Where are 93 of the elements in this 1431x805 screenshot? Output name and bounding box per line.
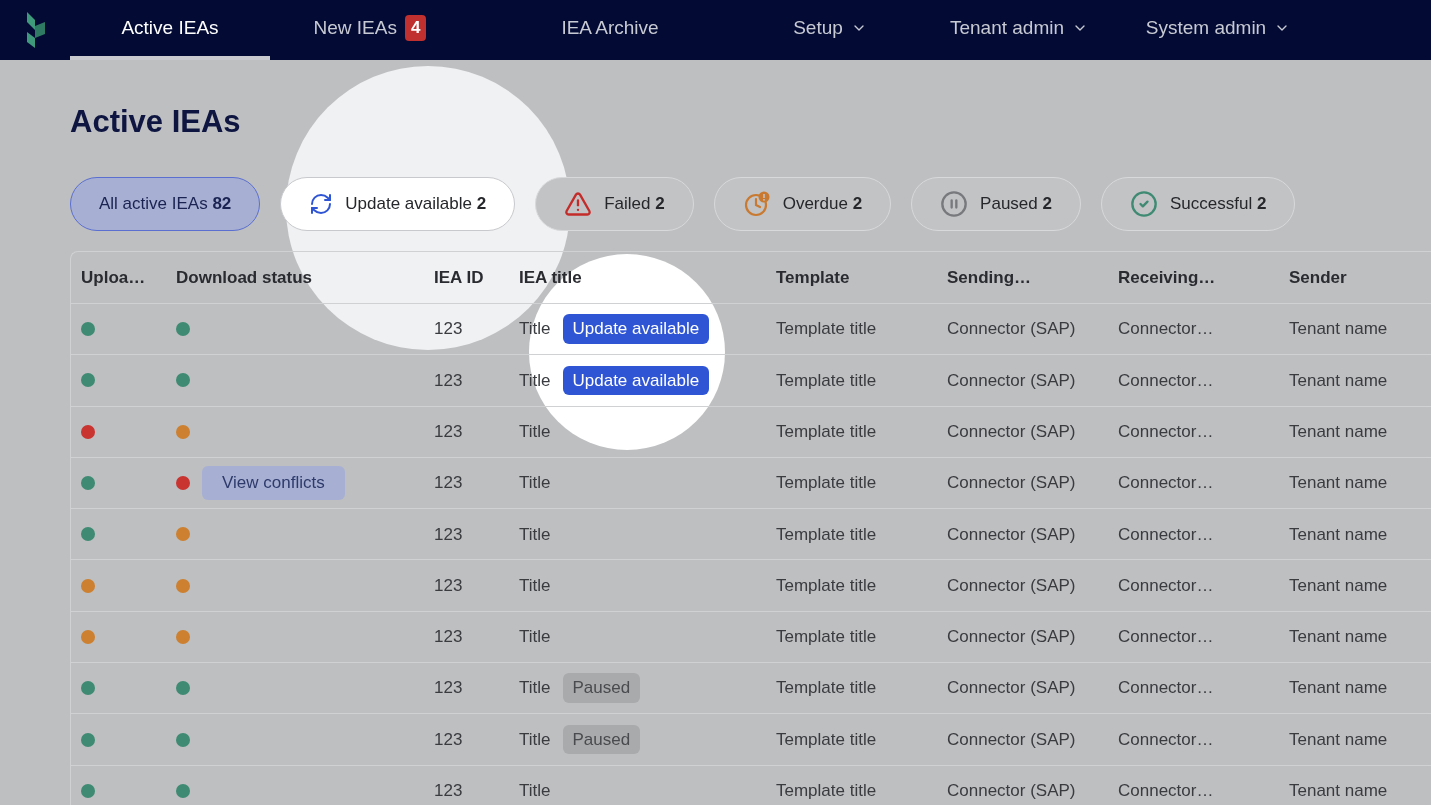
filter-chip[interactable]: Successful 2 [1100, 177, 1296, 231]
table-cell: 123 [434, 781, 463, 801]
logo-icon [24, 12, 46, 48]
table-cell: Tenant name [1289, 781, 1388, 801]
warning-icon [564, 190, 593, 218]
column-header[interactable]: Sender [1289, 267, 1347, 287]
table-cell: Tenant name [1289, 729, 1388, 749]
view-conflicts-button[interactable]: View conflicts [202, 466, 345, 500]
table-cell: Template title [776, 781, 877, 801]
table-cell: Template title [776, 370, 877, 390]
table-cell: Tenant name [1289, 524, 1388, 544]
table-cell: Template title [776, 678, 877, 698]
table-cell: Connector (SAP) [947, 678, 1076, 698]
table-cell: Tenant name [1289, 575, 1388, 595]
status-badge: Paused [562, 673, 641, 703]
table-cell: Connector (SAP) [947, 627, 1076, 647]
column-header[interactable]: Download status [176, 267, 312, 287]
table-cell: Template title [776, 473, 877, 493]
status-badge: Update available [562, 365, 710, 396]
nav-tab[interactable]: Tenant admin [910, 0, 1128, 60]
status-badge: Update available [562, 314, 710, 344]
column-header[interactable]: Receiving… [1118, 267, 1216, 287]
table-cell: Tenant name [1289, 678, 1388, 698]
clock-alert-icon [742, 190, 771, 218]
table-cell-text: Title [519, 677, 551, 700]
table-cell: 123 [434, 575, 463, 595]
table-cell: Template title [776, 575, 877, 595]
page-title: Active IEAs [70, 103, 242, 141]
table-cell: Connector… [1118, 473, 1214, 493]
filter-chip[interactable]: Failed 2 [535, 177, 694, 231]
pause-icon [940, 190, 969, 218]
table-cell: Tenant name [1289, 627, 1388, 647]
column-header[interactable]: IEA ID [434, 267, 484, 287]
table-cell: Connector (SAP) [947, 781, 1076, 801]
column-header[interactable]: Sending… [947, 267, 1032, 287]
table-cell: Connector… [1118, 422, 1214, 441]
table-cell: Tenant name [1289, 473, 1388, 493]
table-cell: 123 [434, 729, 463, 749]
table-cell-text: Title [519, 574, 551, 597]
table-cell: 123 [434, 678, 463, 698]
table-cell: Template title [776, 729, 877, 749]
table-cell: Template title [776, 524, 877, 544]
table-cell-text: Title [519, 421, 551, 443]
nav-tab[interactable]: IEA Archive [470, 0, 750, 60]
column-header[interactable]: IEA title [519, 267, 582, 287]
nav-tab[interactable]: System admin [1128, 0, 1308, 60]
table-cell: Template title [776, 627, 877, 647]
table-cell-text: Title [519, 780, 551, 803]
table-cell: Template title [776, 319, 877, 339]
table-cell-text: Title [519, 626, 551, 649]
table-cell-text: Title [519, 523, 551, 546]
table-cell: Template title [776, 422, 877, 441]
refresh-icon [309, 192, 334, 216]
table-cell: Connector (SAP) [947, 319, 1076, 339]
filter-chip[interactable]: Overdue 2 [713, 177, 892, 231]
table-cell: 123 [434, 319, 463, 339]
table-cell: Connector (SAP) [947, 729, 1076, 749]
table-cell: 123 [434, 524, 463, 544]
filter-chip[interactable]: Paused 2 [911, 177, 1081, 231]
table-cell: Connector (SAP) [947, 524, 1076, 544]
table-cell: Connector (SAP) [947, 422, 1076, 441]
filter-chip[interactable]: Update available 2 [280, 177, 516, 231]
table-cell: 123 [434, 422, 463, 441]
column-header[interactable]: Template [776, 267, 850, 287]
table-cell: 123 [434, 627, 463, 647]
count-badge: 4 [404, 15, 427, 41]
table-cell: 123 [434, 473, 463, 493]
table-cell: Connector… [1118, 678, 1214, 698]
table-cell-text: Title [519, 369, 551, 392]
table-cell-text: Title [519, 728, 551, 751]
table-cell: Connector… [1118, 627, 1214, 647]
table-cell: Tenant name [1289, 422, 1388, 441]
nav-tab[interactable]: Active IEAs [70, 0, 270, 60]
table-cell: Connector… [1118, 781, 1214, 801]
table-cell-text: Title [519, 318, 551, 341]
column-header[interactable]: Uploa… [81, 267, 146, 287]
filter-chip[interactable]: All active IEAs 82 [70, 177, 261, 231]
table-cell: Connector… [1118, 319, 1214, 339]
table-cell: Connector (SAP) [947, 473, 1076, 493]
table-cell: Connector (SAP) [947, 370, 1076, 390]
table-cell: Tenant name [1289, 370, 1388, 390]
table-cell: Tenant name [1289, 319, 1388, 339]
status-badge: Paused [562, 724, 641, 755]
table-cell: Connector… [1118, 370, 1214, 390]
table-cell: Connector… [1118, 729, 1214, 749]
table-cell: Connector… [1118, 575, 1214, 595]
nav-tab[interactable]: Setup [750, 0, 910, 60]
check-circle-icon [1129, 190, 1158, 218]
table-cell-text: Title [519, 472, 551, 495]
table-cell: 123 [434, 370, 463, 390]
nav-tab[interactable]: New IEAs 4 [270, 0, 470, 60]
table-cell: Connector… [1118, 524, 1214, 544]
table-cell: Connector (SAP) [947, 575, 1076, 595]
